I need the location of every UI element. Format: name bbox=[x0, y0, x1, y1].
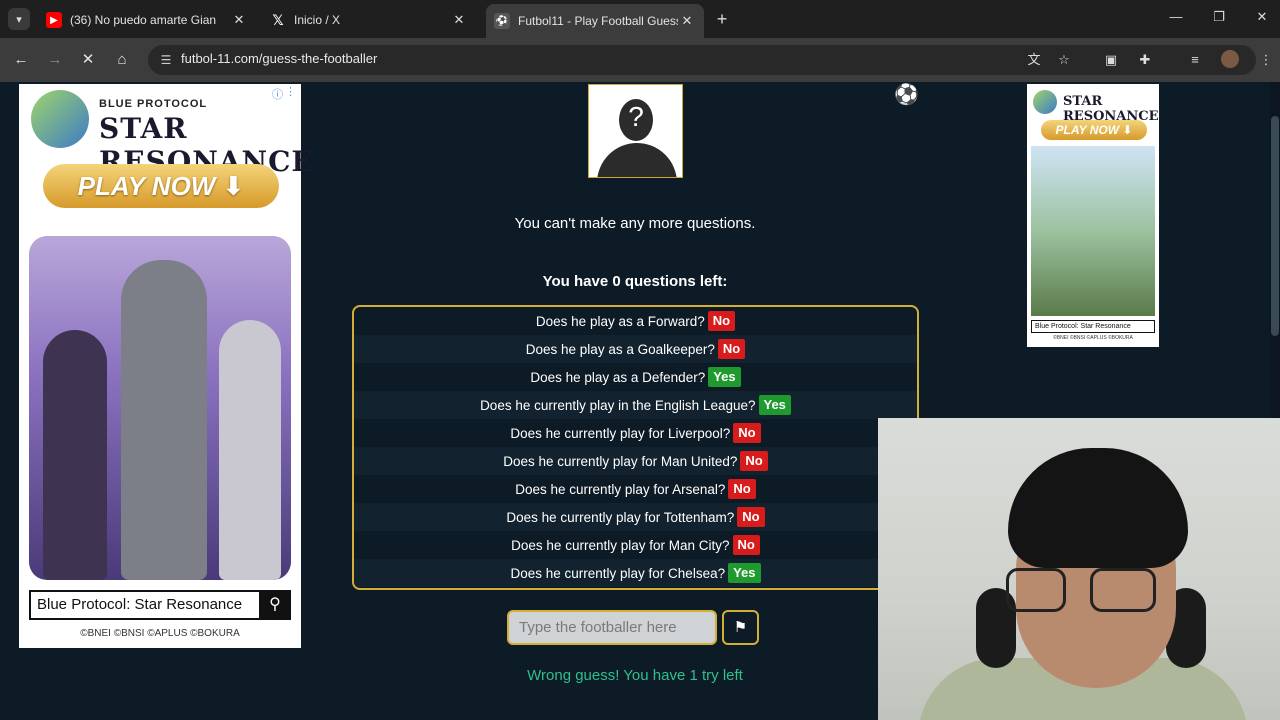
ad-search-text[interactable]: Blue Protocol: Star Resonance bbox=[37, 596, 242, 613]
glasses-right-lens bbox=[1090, 568, 1156, 612]
webcam-overlay bbox=[878, 418, 1280, 720]
answer-badge: No bbox=[733, 423, 761, 443]
ad-game-badge bbox=[31, 90, 89, 148]
tab-title: Futbol11 - Play Football Guess bbox=[518, 14, 678, 28]
ad-character-2 bbox=[121, 260, 207, 580]
question-text: Does he currently play for Man United? bbox=[503, 453, 738, 469]
give-up-flag-button[interactable]: ⚑ bbox=[722, 610, 759, 645]
question-mark: ? bbox=[628, 101, 644, 132]
scrollbar-thumb[interactable] bbox=[1271, 116, 1279, 336]
feedback-message: Wrong guess! You have 1 try left bbox=[527, 667, 743, 684]
home-icon[interactable]: ⌂ bbox=[111, 49, 133, 71]
glasses-left-lens bbox=[1006, 568, 1066, 612]
back-icon[interactable]: ← bbox=[10, 49, 32, 71]
extension-tab-icon[interactable]: ▣ bbox=[1100, 49, 1122, 71]
question-row: Does he currently play for Liverpool? No bbox=[354, 419, 917, 447]
question-row: Does he play as a Goalkeeper? No bbox=[354, 335, 917, 363]
ad-copyright: ©BNEI ©BNSI ©APLUS ©BOKURA bbox=[80, 628, 240, 639]
no-more-questions-text: You can't make any more questions. bbox=[514, 215, 756, 232]
questions-left-heading: You have 0 questions left: bbox=[542, 273, 728, 290]
ad-character-1 bbox=[43, 330, 107, 580]
question-row: Does he currently play for Man United? No bbox=[354, 447, 917, 475]
search-icon[interactable]: ⚲ bbox=[259, 590, 291, 620]
media-control-icon[interactable]: ≡ bbox=[1184, 49, 1206, 71]
tab-x[interactable]: 𝕏 Inicio / X ✕ bbox=[262, 5, 476, 35]
question-text: Does he play as a Goalkeeper? bbox=[525, 341, 715, 357]
futbol11-icon: ⚽ bbox=[494, 13, 510, 29]
close-window-icon[interactable]: ✕ bbox=[1252, 9, 1272, 25]
question-row: Does he currently play for Arsenal? No bbox=[354, 475, 917, 503]
profile-avatar[interactable] bbox=[1221, 50, 1239, 68]
ad-brand-small: BLUE PROTOCOL bbox=[99, 98, 208, 110]
answer-badge: No bbox=[740, 451, 768, 471]
answer-badge: No bbox=[737, 507, 765, 527]
question-row: Does he currently play in the English Le… bbox=[354, 391, 917, 419]
question-text: Does he play as a Forward? bbox=[535, 313, 705, 329]
site-info-icon[interactable]: ☰ bbox=[158, 52, 174, 68]
question-text: Does he currently play for Tottenham? bbox=[506, 509, 735, 525]
ad-right[interactable]: STAR RESONANCE PLAY NOW ⬇ Blue Protocol:… bbox=[1027, 84, 1159, 347]
answer-badge: No bbox=[707, 311, 736, 331]
question-text: Does he play as a Defender? bbox=[530, 369, 706, 385]
footballer-guess-input[interactable] bbox=[507, 610, 717, 645]
webcam-hair bbox=[1008, 448, 1188, 568]
tab-title: (36) No puedo amarte Gian bbox=[70, 13, 217, 27]
silhouette-body bbox=[597, 143, 677, 177]
tab-title: Inicio / X bbox=[294, 13, 341, 27]
bookmark-star-icon[interactable]: ☆ bbox=[1053, 49, 1075, 71]
tab-youtube[interactable]: ▶ (36) No puedo amarte Gian ✕ bbox=[38, 5, 256, 35]
translate-icon[interactable]: 文 bbox=[1023, 49, 1045, 71]
question-row: Does he currently play for Man City? No bbox=[354, 531, 917, 559]
football-icon[interactable]: ⚽ bbox=[894, 84, 919, 106]
ad-close-icon[interactable]: ⋮ bbox=[285, 85, 296, 98]
restore-icon[interactable]: ❐ bbox=[1209, 9, 1229, 25]
question-text: Does he currently play for Man City? bbox=[511, 537, 730, 553]
answer-badge: No bbox=[732, 535, 760, 555]
ad-play-now-button[interactable]: PLAY NOW ⬇ bbox=[43, 164, 279, 208]
question-row: Does he currently play for Tottenham? No bbox=[354, 503, 917, 531]
question-row: Does he play as a Forward? No bbox=[354, 307, 917, 335]
close-icon[interactable]: ✕ bbox=[230, 12, 248, 28]
question-text: Does he currently play for Arsenal? bbox=[515, 481, 726, 497]
mystery-player-image: ? bbox=[588, 84, 683, 178]
ad-play-now-button[interactable]: PLAY NOW ⬇ bbox=[1041, 120, 1147, 140]
question-text: Does he currently play for Chelsea? bbox=[510, 565, 726, 581]
ad-info-icon[interactable]: ⓘ bbox=[272, 86, 283, 102]
answer-badge: Yes bbox=[758, 395, 791, 415]
answer-badge: No bbox=[728, 479, 756, 499]
answer-badge: No bbox=[717, 339, 746, 359]
new-tab-icon[interactable]: + bbox=[711, 8, 733, 30]
answer-badge: Yes bbox=[728, 563, 761, 583]
question-text: Does he currently play for Liverpool? bbox=[510, 425, 731, 441]
close-icon[interactable]: ✕ bbox=[678, 13, 696, 29]
answer-badge: Yes bbox=[708, 367, 741, 387]
menu-kebab-icon[interactable]: ⋮ bbox=[1255, 49, 1277, 71]
ad-artwork[interactable] bbox=[1031, 146, 1155, 316]
ad-copyright: ©BNEI ©BNSI ©APLUS ©BOKURA bbox=[1053, 335, 1133, 341]
question-row: Does he currently play for Chelsea? Yes bbox=[354, 559, 917, 587]
url-text[interactable]: futbol-11.com/guess-the-footballer bbox=[181, 51, 377, 66]
flag-icon: ⚑ bbox=[733, 619, 748, 636]
ad-search-box[interactable]: Blue Protocol: Star Resonance bbox=[1031, 320, 1155, 333]
forward-icon[interactable]: → bbox=[44, 49, 66, 71]
ad-left[interactable]: ⓘ ⋮ BLUE PROTOCOL STAR RESONANCE PLAY NO… bbox=[19, 84, 313, 648]
ad-game-badge bbox=[1033, 90, 1057, 114]
question-row: Does he play as a Defender? Yes bbox=[354, 363, 917, 391]
tab-futbol11[interactable]: ⚽ Futbol11 - Play Football Guess ✕ bbox=[486, 4, 704, 38]
youtube-icon: ▶ bbox=[46, 12, 62, 28]
close-icon[interactable]: ✕ bbox=[450, 12, 468, 28]
stop-loading-icon[interactable]: ✕ bbox=[77, 49, 99, 71]
extensions-puzzle-icon[interactable]: ✚ bbox=[1134, 49, 1156, 71]
minimize-icon[interactable]: — bbox=[1166, 9, 1186, 24]
questions-list: Does he play as a Forward? No Does he pla… bbox=[352, 305, 919, 590]
question-text: Does he currently play in the English Le… bbox=[480, 397, 756, 413]
ad-artwork[interactable] bbox=[29, 236, 291, 580]
tab-search-button[interactable]: ▾ bbox=[8, 8, 30, 30]
x-icon: 𝕏 bbox=[272, 11, 284, 28]
ad-character-3 bbox=[219, 320, 281, 580]
